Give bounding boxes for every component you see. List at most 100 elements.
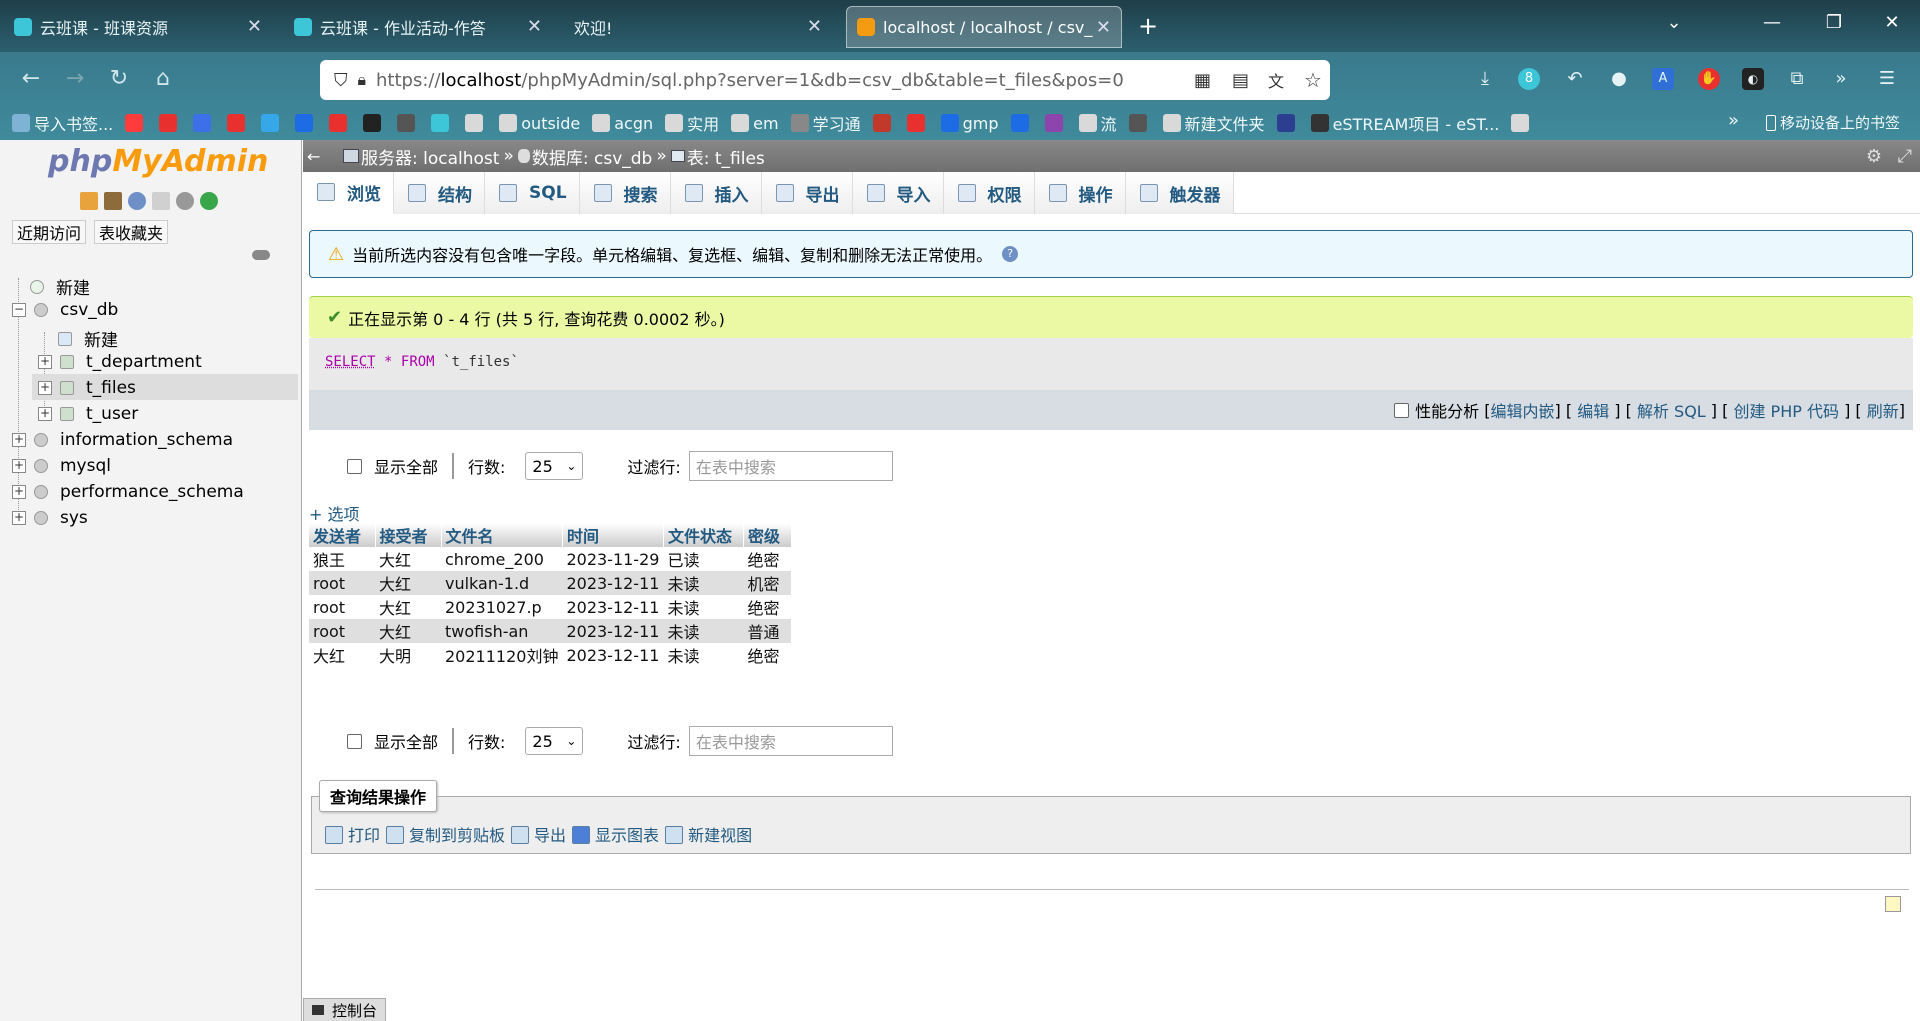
- back-icon[interactable]: ←: [16, 66, 46, 91]
- tree-table-t_files[interactable]: + t_files: [38, 378, 136, 398]
- expand-icon[interactable]: +: [12, 433, 26, 447]
- bookmark-item[interactable]: 学习通: [790, 111, 861, 135]
- bookmark-item[interactable]: [193, 114, 215, 132]
- translate-extension-icon[interactable]: A: [1652, 68, 1674, 90]
- breadcrumb-database[interactable]: 数据库: csv_db: [532, 144, 652, 169]
- bookmark-item[interactable]: [227, 114, 249, 132]
- tree-new-database[interactable]: 新建: [30, 274, 90, 299]
- tree-table-t_department[interactable]: + t_department: [38, 352, 202, 372]
- bookmark-item[interactable]: [1044, 114, 1067, 132]
- home-icon[interactable]: [80, 192, 98, 210]
- tab-2[interactable]: SQL: [485, 172, 580, 214]
- bookmark-item[interactable]: 导入书签...: [12, 111, 113, 135]
- sql-query-box[interactable]: SELECT * FROM `t_files`: [309, 338, 1913, 390]
- expand-icon[interactable]: +: [38, 355, 52, 369]
- recent-button[interactable]: 近期访问: [12, 220, 87, 244]
- reload-navigation-icon[interactable]: [200, 192, 218, 210]
- create-view-link[interactable]: 新建视图: [665, 822, 752, 846]
- lock-icon[interactable]: 🔒︎: [358, 70, 367, 90]
- undo-icon[interactable]: ↶: [1564, 68, 1586, 90]
- extension-badge-icon[interactable]: 8: [1518, 68, 1540, 90]
- sql-keyword-select[interactable]: SELECT: [325, 354, 376, 370]
- copy-to-clipboard-link[interactable]: 复制到剪贴板: [386, 822, 505, 846]
- profiling-checkbox[interactable]: [1394, 402, 1410, 418]
- tab-7[interactable]: 权限: [943, 172, 1035, 214]
- expand-icon[interactable]: +: [12, 511, 26, 525]
- tab-5[interactable]: 导出: [761, 172, 853, 214]
- bookmark-item[interactable]: [1010, 114, 1033, 132]
- bookmark-item[interactable]: 实用: [665, 111, 719, 135]
- bookmark-item[interactable]: [465, 114, 487, 132]
- tab-1[interactable]: 结构: [394, 172, 485, 214]
- console-toggle[interactable]: 控制台: [303, 998, 387, 1021]
- browser-tab-1[interactable]: 云班课 - 班课资源 ✕: [4, 6, 272, 48]
- column-header[interactable]: 时间: [562, 523, 664, 547]
- tab-6[interactable]: 导入: [852, 172, 944, 214]
- sunglasses-extension-icon[interactable]: ◐: [1742, 68, 1764, 90]
- new-tab-button[interactable]: +: [1138, 12, 1158, 40]
- expand-icon[interactable]: +: [12, 485, 26, 499]
- options-link[interactable]: + 选项: [309, 501, 360, 525]
- close-tab-icon[interactable]: ✕: [247, 16, 262, 37]
- close-tab-icon[interactable]: ✕: [807, 16, 822, 37]
- column-header[interactable]: 文件名: [441, 523, 563, 547]
- bookmark-item[interactable]: 流: [1078, 111, 1117, 135]
- bookmark-item[interactable]: acgn: [592, 114, 653, 133]
- rows-select[interactable]: 25 ⌄: [525, 452, 584, 480]
- menu-icon[interactable]: ☰: [1876, 68, 1898, 90]
- print-link[interactable]: 打印: [325, 822, 380, 846]
- tree-db-mysql[interactable]: + mysql: [12, 456, 111, 476]
- bookmark-item[interactable]: gmp: [940, 114, 999, 133]
- bookmark-item[interactable]: [906, 114, 929, 132]
- bookmark-item[interactable]: [363, 114, 385, 132]
- settings-gear-icon[interactable]: ⚙: [1866, 146, 1882, 167]
- bookmark-item[interactable]: [1128, 114, 1151, 132]
- tree-new-table[interactable]: 新建: [58, 326, 118, 351]
- bookmark-page-icon[interactable]: [1885, 896, 1901, 912]
- show-all-label[interactable]: 显示全部: [374, 454, 438, 478]
- edit-inline-link[interactable]: 编辑内嵌: [1491, 398, 1555, 422]
- bookmark-item[interactable]: 新建文件夹: [1162, 111, 1265, 135]
- close-tab-icon[interactable]: ✕: [1096, 17, 1111, 38]
- column-header[interactable]: 密级: [743, 523, 792, 547]
- bookmark-star-icon[interactable]: ☆: [1304, 68, 1322, 92]
- tree-db-csv_db[interactable]: − csv_db: [12, 300, 118, 320]
- download-icon[interactable]: ⤓: [1474, 68, 1496, 90]
- tree-db-sys[interactable]: + sys: [12, 508, 88, 528]
- filter-input[interactable]: 在表中搜索: [688, 726, 893, 756]
- column-header[interactable]: 接受者: [375, 523, 442, 547]
- show-all-checkbox[interactable]: [347, 733, 362, 749]
- tab-4[interactable]: 插入: [670, 172, 762, 214]
- reload-icon[interactable]: ↻: [104, 66, 134, 91]
- tree-table-t_user[interactable]: + t_user: [38, 404, 138, 424]
- fullscreen-icon[interactable]: ⤢: [1898, 146, 1912, 167]
- show-all-label[interactable]: 显示全部: [374, 729, 438, 753]
- favorites-button[interactable]: 表收藏夹: [94, 220, 169, 244]
- close-window-icon[interactable]: ✕: [1882, 12, 1902, 33]
- refresh-link[interactable]: 刷新: [1867, 398, 1899, 422]
- shield-icon[interactable]: ⛉: [334, 70, 348, 91]
- reader-mode-icon[interactable]: ▤: [1232, 70, 1249, 91]
- explain-sql-link[interactable]: 解析 SQL: [1637, 398, 1706, 422]
- rows-select[interactable]: 25 ⌄: [525, 727, 584, 755]
- address-bar[interactable]: ⛉ 🔒︎ https://localhost/phpMyAdmin/sql.ph…: [320, 60, 1330, 100]
- export-link[interactable]: 导出: [511, 822, 566, 846]
- qr-code-icon[interactable]: ▦: [1194, 70, 1211, 91]
- extensions-icon[interactable]: ⧉: [1786, 68, 1808, 90]
- bookmark-item[interactable]: outside: [499, 114, 580, 133]
- filter-input[interactable]: 在表中搜索: [688, 451, 893, 481]
- browser-tab-4[interactable]: localhost / localhost / csv_db ✕: [846, 6, 1122, 48]
- expand-icon[interactable]: +: [12, 459, 26, 473]
- mobile-bookmarks[interactable]: 移动设备上的书签: [1766, 112, 1900, 133]
- bookmark-item[interactable]: [125, 114, 147, 132]
- browser-tab-3[interactable]: 欢迎! ✕: [564, 6, 832, 48]
- extension-icon[interactable]: ●: [1608, 68, 1630, 90]
- bookmark-item[interactable]: eSTREAM项目 - eST...: [1310, 111, 1499, 135]
- tree-db-information_schema[interactable]: + information_schema: [12, 430, 233, 450]
- browser-tab-2[interactable]: 云班课 - 作业活动-作答 ✕: [284, 6, 552, 48]
- bookmark-item[interactable]: em: [731, 114, 779, 133]
- translate-icon[interactable]: 文: [1268, 68, 1284, 92]
- collapse-panel-arrow-icon[interactable]: ←: [307, 147, 327, 166]
- bookmark-item[interactable]: [329, 114, 351, 132]
- expand-icon[interactable]: +: [38, 381, 52, 395]
